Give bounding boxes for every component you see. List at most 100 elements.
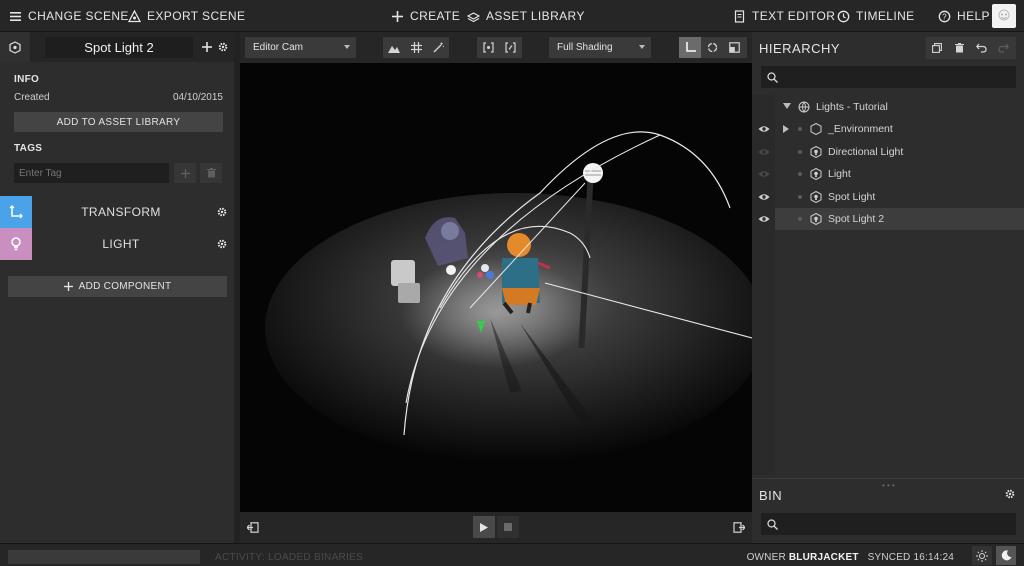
- translate-gizmo-button[interactable]: [679, 37, 701, 58]
- hierarchy-panel: HIERARCHY Lights - Tutorial _Environment: [752, 32, 1024, 543]
- timeline-button[interactable]: TIMELINE: [837, 0, 915, 32]
- lightbulb-icon: [0, 228, 32, 260]
- chevron-down-icon: [344, 45, 350, 49]
- chevron-down-icon[interactable]: [783, 103, 791, 109]
- eye-icon[interactable]: [758, 168, 770, 180]
- export-icon: [128, 9, 141, 22]
- collapse-right-button[interactable]: [728, 516, 750, 538]
- status-bar: ACTIVITY: LOADED BINARIES OWNER BLURJACK…: [0, 543, 1024, 566]
- light-entity-icon: [810, 213, 822, 225]
- resize-grip[interactable]: • • •: [882, 481, 895, 490]
- add-tag-button[interactable]: [174, 163, 196, 183]
- entity-settings-button[interactable]: [216, 40, 230, 54]
- bin-title: BIN: [759, 488, 783, 503]
- light-entity-icon: [810, 168, 822, 180]
- delete-entity-button[interactable]: [948, 37, 970, 59]
- owner-sync-info: OWNER BLURJACKET SYNCED 16:14:24: [747, 552, 954, 563]
- eye-icon[interactable]: [758, 213, 770, 225]
- hexagon-icon: [810, 123, 822, 135]
- rotate-gizmo-button[interactable]: [701, 37, 723, 58]
- duplicate-button[interactable]: [926, 37, 948, 59]
- create-button[interactable]: CREATE: [391, 0, 460, 32]
- help-icon: ?: [938, 10, 951, 22]
- rotate-icon: [707, 42, 717, 53]
- plus-icon: [392, 10, 403, 22]
- transform-component[interactable]: TRANSFORM: [0, 196, 234, 228]
- hierarchy-search[interactable]: [761, 66, 1016, 88]
- grid-icon: [410, 42, 422, 53]
- play-button[interactable]: [473, 516, 495, 538]
- tags-section-label: TAGS: [14, 143, 43, 154]
- inspector-panel: Spot Light 2 INFO Created 04/10/2015 ADD…: [0, 32, 234, 543]
- grid-toggle-button[interactable]: [405, 37, 427, 58]
- document-icon: [734, 9, 745, 23]
- play-icon: [480, 522, 488, 532]
- effects-toggle-button[interactable]: [427, 37, 449, 58]
- trash-icon: [954, 43, 964, 53]
- scene-viewport[interactable]: [240, 63, 752, 512]
- frame-icon: [504, 42, 516, 53]
- tree-item-label: Spot Light 2: [828, 213, 885, 225]
- panel-left-icon: [247, 521, 259, 533]
- top-bar: CHANGE SCENE EXPORT SCENE CREATE ASSET L…: [0, 0, 1024, 32]
- change-scene-button[interactable]: CHANGE SCENE: [9, 0, 129, 32]
- tree-item-environment[interactable]: _Environment: [752, 118, 1024, 140]
- dark-theme-button[interactable]: [996, 546, 1016, 565]
- add-to-asset-library-button[interactable]: ADD TO ASSET LIBRARY: [14, 112, 223, 132]
- globe-icon: [798, 101, 810, 113]
- eye-icon[interactable]: [758, 191, 770, 203]
- scale-gizmo-button[interactable]: [723, 37, 745, 58]
- created-label: Created: [14, 92, 50, 103]
- add-component-label: ADD COMPONENT: [78, 281, 172, 292]
- entity-name-field[interactable]: Spot Light 2: [45, 37, 193, 58]
- frame-tools-group: [477, 37, 522, 58]
- delete-tag-button[interactable]: [200, 163, 222, 183]
- chevron-down-icon: [639, 45, 645, 49]
- scene-render: [265, 131, 752, 463]
- bin-search[interactable]: [761, 513, 1016, 535]
- redo-button[interactable]: [992, 37, 1014, 59]
- light-theme-button[interactable]: [972, 546, 992, 565]
- light-settings-button[interactable]: [210, 239, 234, 249]
- camera-select[interactable]: Editor Cam: [245, 37, 356, 58]
- help-button[interactable]: ? HELP: [938, 0, 990, 32]
- tree-item-root[interactable]: Lights - Tutorial: [752, 96, 1024, 118]
- svg-text:?: ?: [942, 12, 947, 21]
- chevron-right-icon[interactable]: [783, 125, 789, 133]
- tag-input[interactable]: [14, 163, 169, 183]
- eye-icon[interactable]: [758, 146, 770, 158]
- gear-icon: [217, 239, 227, 249]
- user-avatar[interactable]: [992, 4, 1016, 28]
- tree-item-directional-light[interactable]: Directional Light: [752, 141, 1024, 163]
- frame-selection-button[interactable]: [477, 37, 499, 58]
- add-component-button[interactable]: ADD COMPONENT: [8, 276, 227, 297]
- tree-item-label: Lights - Tutorial: [816, 101, 888, 113]
- eye-icon[interactable]: [758, 123, 770, 135]
- gear-icon[interactable]: [1005, 489, 1015, 499]
- text-editor-button[interactable]: TEXT EDITOR: [733, 0, 835, 32]
- undo-button[interactable]: [970, 37, 992, 59]
- info-section-label: INFO: [14, 74, 40, 85]
- inspector-header: Spot Light 2: [0, 32, 234, 62]
- tree-item-light[interactable]: Light: [752, 163, 1024, 185]
- transform-settings-button[interactable]: [210, 207, 234, 217]
- tree-item-spot-light-2[interactable]: Spot Light 2: [752, 208, 1024, 230]
- undo-icon: [975, 43, 987, 53]
- terrain-view-button[interactable]: [383, 37, 405, 58]
- light-component[interactable]: LIGHT: [0, 228, 234, 260]
- hierarchy-tools: [926, 37, 1016, 59]
- tree-item-label: _Environment: [828, 123, 893, 135]
- owner-name: BLURJACKET: [788, 552, 859, 563]
- tree-item-spot-light[interactable]: Spot Light: [752, 186, 1024, 208]
- stop-button[interactable]: [497, 516, 519, 538]
- asset-library-button[interactable]: ASSET LIBRARY: [467, 0, 585, 32]
- avatar-icon: [998, 9, 1010, 21]
- collapse-left-button[interactable]: [242, 516, 264, 538]
- shading-select[interactable]: Full Shading: [549, 37, 651, 58]
- export-scene-button[interactable]: EXPORT SCENE: [128, 0, 245, 32]
- frame-all-button[interactable]: [499, 37, 521, 58]
- create-label: CREATE: [410, 9, 461, 23]
- add-child-button[interactable]: [200, 40, 214, 54]
- owner-label: OWNER: [746, 552, 786, 563]
- tree-item-label: Spot Light: [828, 191, 876, 203]
